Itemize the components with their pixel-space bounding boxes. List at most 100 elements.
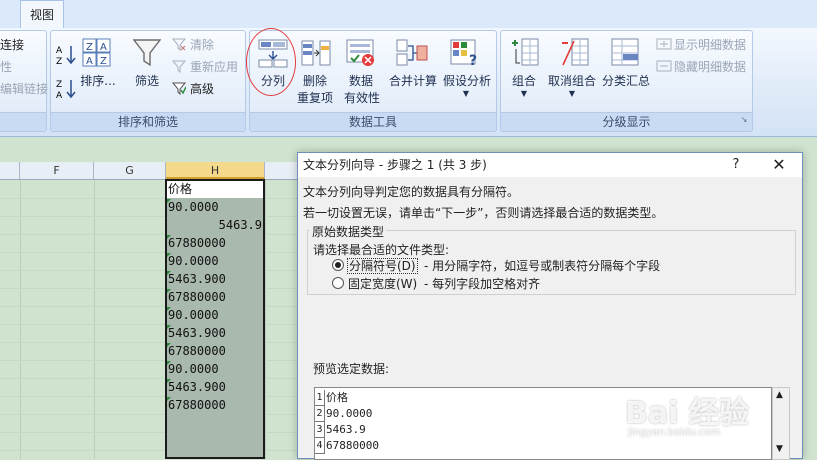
preview-label: 预览选定数据:	[313, 362, 390, 376]
column-header-e-partial[interactable]	[0, 162, 20, 179]
cell-h2[interactable]: 90.0000	[168, 198, 263, 216]
ungroup-icon[interactable]	[560, 37, 590, 70]
watermark-logo: Bai 经验	[625, 396, 749, 431]
sort-button[interactable]: 排序...	[78, 72, 118, 89]
edit-links-button[interactable]: 编辑链接	[0, 80, 48, 97]
connections-group-label	[0, 112, 46, 131]
consolidate-button[interactable]: 合并计算	[388, 72, 438, 89]
ungroup-dropdown-arrow[interactable]: ▼	[564, 89, 580, 98]
show-detail-icon	[656, 38, 672, 53]
number-as-text-indicator	[167, 307, 171, 311]
wizard-info-line2: 若一切设置无误，请单击“下一步”，否则请选择最合适的数据类型。	[303, 206, 664, 220]
svg-text:Z: Z	[56, 80, 62, 90]
cell-h4[interactable]: 67880000	[168, 234, 263, 252]
sort-ascending-icon[interactable]: AZ	[56, 44, 76, 69]
svg-text:A: A	[56, 91, 63, 100]
close-button[interactable]: ✕	[764, 153, 794, 177]
tab-view[interactable]: 视图	[20, 0, 64, 28]
cell-h5[interactable]: 90.0000	[168, 252, 263, 270]
svg-text:A: A	[56, 46, 63, 56]
cell-h12[interactable]: 5463.900	[168, 378, 263, 396]
number-as-text-indicator	[167, 397, 171, 401]
sort-descending-icon[interactable]: ZA	[56, 78, 76, 103]
outline-dialog-launcher-icon[interactable]: ↘	[739, 115, 749, 124]
delimited-label-text[interactable]: 分隔符号(D)	[347, 258, 418, 274]
clear-button[interactable]: 清除	[190, 36, 214, 53]
help-button[interactable]: ?	[724, 153, 748, 177]
ungroup-button[interactable]: 取消组合	[546, 72, 598, 89]
preview-row-number: 2	[315, 406, 325, 422]
ribbon-tab-bar	[0, 0, 817, 28]
outline-group-label: 分级显示	[501, 112, 752, 131]
original-data-type-label: 原始数据类型	[310, 223, 387, 240]
properties-button[interactable]: 性	[0, 58, 12, 75]
column-header-f[interactable]: F	[20, 162, 94, 179]
group-icon[interactable]	[510, 37, 540, 70]
svg-text:A: A	[86, 56, 93, 67]
cell-h7[interactable]: 67880000	[168, 288, 263, 306]
data-validation-button-line2[interactable]: 有效性	[338, 89, 386, 106]
consolidate-icon[interactable]	[396, 38, 428, 71]
file-type-prompt: 请选择最合适的文件类型:	[313, 243, 450, 257]
grid-line	[20, 180, 21, 459]
show-detail-button[interactable]: 显示明细数据	[674, 36, 746, 53]
remove-duplicates-button-line2[interactable]: 重复项	[296, 89, 334, 106]
cell-h3[interactable]: 5463.9	[168, 216, 262, 234]
reapply-icon	[171, 59, 187, 76]
subtotal-button[interactable]: 分类汇总	[600, 72, 652, 89]
svg-text:?: ?	[469, 53, 477, 69]
advanced-button[interactable]: 高级	[190, 80, 214, 97]
delimited-label[interactable]: 分隔符号(D)	[347, 257, 418, 274]
column-header-h[interactable]: H	[166, 162, 265, 179]
svg-text:Z: Z	[100, 56, 107, 67]
preview-scrollbar[interactable]: ▲ ▼	[772, 387, 790, 460]
cell-h11[interactable]: 90.0000	[168, 360, 263, 378]
number-as-text-indicator	[167, 271, 171, 275]
dialog-title: 文本分列向导 - 步骤之 1 (共 3 步)	[303, 158, 487, 172]
number-as-text-indicator	[167, 361, 171, 365]
what-if-analysis-icon[interactable]: ?	[449, 37, 481, 72]
watermark-url: jingyan.baidu.com	[628, 427, 721, 438]
hide-detail-icon	[656, 60, 672, 75]
cell-h6[interactable]: 5463.900	[168, 270, 263, 288]
clear-filter-icon	[171, 37, 187, 54]
svg-text:A: A	[100, 42, 107, 53]
data-validation-icon[interactable]	[346, 38, 376, 71]
grid-line	[94, 180, 95, 459]
fixed-width-radio[interactable]	[332, 277, 344, 289]
scroll-up-icon[interactable]: ▲	[776, 390, 783, 400]
filter-funnel-icon[interactable]	[132, 38, 162, 71]
group-dropdown-arrow[interactable]: ▼	[516, 89, 532, 98]
subtotal-icon[interactable]	[610, 37, 640, 70]
fixed-width-label[interactable]: 固定宽度(W)	[348, 275, 417, 292]
cell-h10[interactable]: 67880000	[168, 342, 263, 360]
wizard-info-line1: 文本分列向导判定您的数据具有分隔符。	[303, 185, 520, 199]
group-button[interactable]: 组合	[508, 72, 540, 89]
cell-h8[interactable]: 90.0000	[168, 306, 263, 324]
delimited-description: - 用分隔字符，如逗号或制表符分隔每个字段	[424, 259, 661, 273]
remove-duplicates-button-line1[interactable]: 删除	[298, 72, 332, 89]
grid-line	[265, 180, 266, 459]
connections-button[interactable]: 连接	[0, 36, 24, 53]
preview-row-text: 67880000	[326, 439, 379, 452]
scroll-down-icon[interactable]: ▼	[776, 444, 783, 454]
hide-detail-button[interactable]: 隐藏明细数据	[674, 58, 746, 75]
svg-text:Z: Z	[56, 57, 62, 66]
number-as-text-indicator	[167, 289, 171, 293]
what-if-dropdown-arrow[interactable]: ▼	[458, 89, 474, 98]
reapply-button[interactable]: 重新应用	[190, 58, 238, 75]
data-validation-button-line1[interactable]: 数据	[344, 72, 378, 89]
advanced-filter-icon	[171, 81, 187, 98]
data-tools-group-label: 数据工具	[250, 112, 496, 131]
cell-h13[interactable]: 67880000	[168, 396, 263, 414]
cell-h1[interactable]: 价格	[168, 180, 263, 198]
fixed-width-description: - 每列字段加空格对齐	[424, 277, 541, 291]
number-as-text-indicator	[167, 325, 171, 329]
delimited-radio[interactable]	[332, 259, 344, 271]
cell-h9[interactable]: 5463.900	[168, 324, 263, 342]
what-if-analysis-button[interactable]: 假设分析	[441, 72, 493, 89]
filter-button[interactable]: 筛选	[130, 72, 164, 89]
column-header-g[interactable]: G	[94, 162, 166, 179]
remove-duplicates-icon[interactable]	[301, 38, 331, 71]
sort-dialog-icon[interactable]: ZAAZ	[82, 38, 112, 71]
